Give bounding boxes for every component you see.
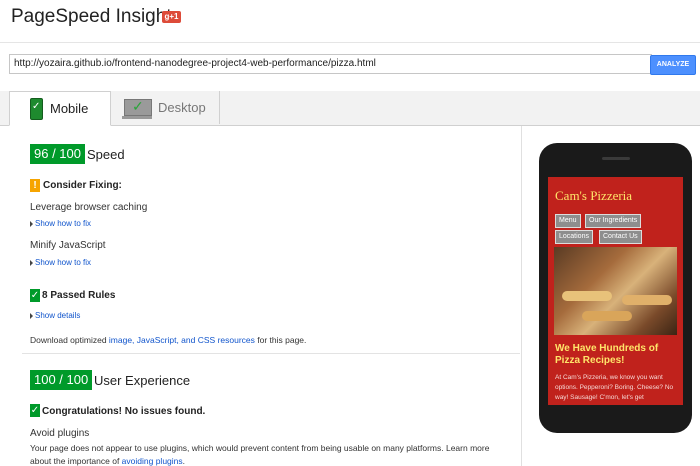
- avoid-plugins-learn-more: about the importance of avoiding plugins…: [30, 456, 185, 466]
- preview-nav-menu: Menu: [555, 214, 581, 228]
- mobile-phone-icon: [30, 98, 43, 120]
- show-how-to-fix-link[interactable]: Show how to fix: [30, 219, 91, 228]
- tab-mobile[interactable]: Mobile: [9, 91, 111, 126]
- show-details-label: Show details: [35, 311, 81, 320]
- congratulations-title: Congratulations! No issues found.: [42, 406, 206, 417]
- mobile-preview-phone: Cam's Pizzeria Menu Our Ingredients Loca…: [539, 143, 692, 433]
- rule-leverage-caching[interactable]: Leverage browser caching: [30, 202, 147, 213]
- download-suffix: for this page.: [254, 335, 307, 345]
- ux-label: User Experience: [94, 373, 191, 388]
- preview-body-text: At Cam's Pizzeria, we know you want opti…: [555, 374, 674, 401]
- google-plus-button[interactable]: g+1: [162, 11, 181, 23]
- show-how-to-fix-link[interactable]: Show how to fix: [30, 258, 91, 267]
- desktop-monitor-icon: ✓: [122, 99, 152, 119]
- preview-nav-contact: Contact Us: [599, 230, 642, 244]
- ux-score-badge: 100 / 100: [30, 370, 93, 390]
- avoiding-plugins-link[interactable]: avoiding plugins: [122, 456, 183, 466]
- url-bar: http://yozaira.github.io/frontend-nanode…: [0, 43, 700, 91]
- passed-rules-title: 8 Passed Rules: [42, 290, 116, 301]
- check-icon: ✓: [30, 404, 40, 417]
- warning-icon: !: [30, 179, 40, 192]
- consider-fixing-title: Consider Fixing:: [43, 180, 122, 191]
- speed-score-badge: 96 / 100: [30, 144, 85, 164]
- avoid-plugins-title: Avoid plugins: [30, 428, 90, 439]
- optimized-resources-link[interactable]: image, JavaScript, and CSS resources: [109, 335, 255, 345]
- device-tabs: Mobile ✓ Desktop: [0, 91, 700, 126]
- preview-nav-ingredients: Our Ingredients: [585, 214, 642, 228]
- speed-label: Speed: [87, 147, 125, 162]
- rule-minify-javascript[interactable]: Minify JavaScript: [30, 240, 106, 251]
- app-title: PageSpeed Insights: [11, 6, 182, 27]
- avoid-plugins-text: Your page does not appear to use plugins…: [30, 443, 490, 453]
- tab-desktop-label: Desktop: [158, 100, 206, 115]
- preview-screen: Cam's Pizzeria Menu Our Ingredients Loca…: [548, 177, 683, 405]
- show-details-link[interactable]: Show details: [30, 311, 80, 320]
- app-header: PageSpeed Insights g+1: [0, 0, 700, 43]
- panel-divider: [521, 126, 522, 466]
- show-how-to-fix-label: Show how to fix: [35, 219, 92, 228]
- section-divider: [22, 353, 520, 354]
- learn-more-suffix: .: [182, 456, 186, 466]
- show-how-to-fix-label: Show how to fix: [35, 258, 92, 267]
- triangle-right-icon: [30, 312, 33, 319]
- triangle-right-icon: [30, 220, 33, 227]
- preview-nav-locations: Locations: [555, 230, 593, 244]
- pizzeria-photo: [554, 247, 677, 335]
- url-input[interactable]: http://yozaira.github.io/frontend-nanode…: [9, 54, 652, 74]
- preview-site-title: Cam's Pizzeria: [555, 188, 633, 203]
- analyze-button[interactable]: ANALYZE: [650, 55, 696, 75]
- tab-mobile-label: Mobile: [50, 101, 89, 116]
- download-optimized-text: Download optimized image, JavaScript, an…: [30, 335, 306, 345]
- download-prefix: Download optimized: [30, 335, 109, 345]
- tab-desktop[interactable]: ✓ Desktop: [110, 91, 220, 124]
- check-icon: ✓: [30, 289, 40, 302]
- phone-speaker: [602, 157, 630, 160]
- preview-heading: We Have Hundreds of Pizza Recipes!: [555, 343, 659, 366]
- learn-more-prefix: about the importance of: [30, 456, 122, 466]
- triangle-right-icon: [30, 259, 33, 266]
